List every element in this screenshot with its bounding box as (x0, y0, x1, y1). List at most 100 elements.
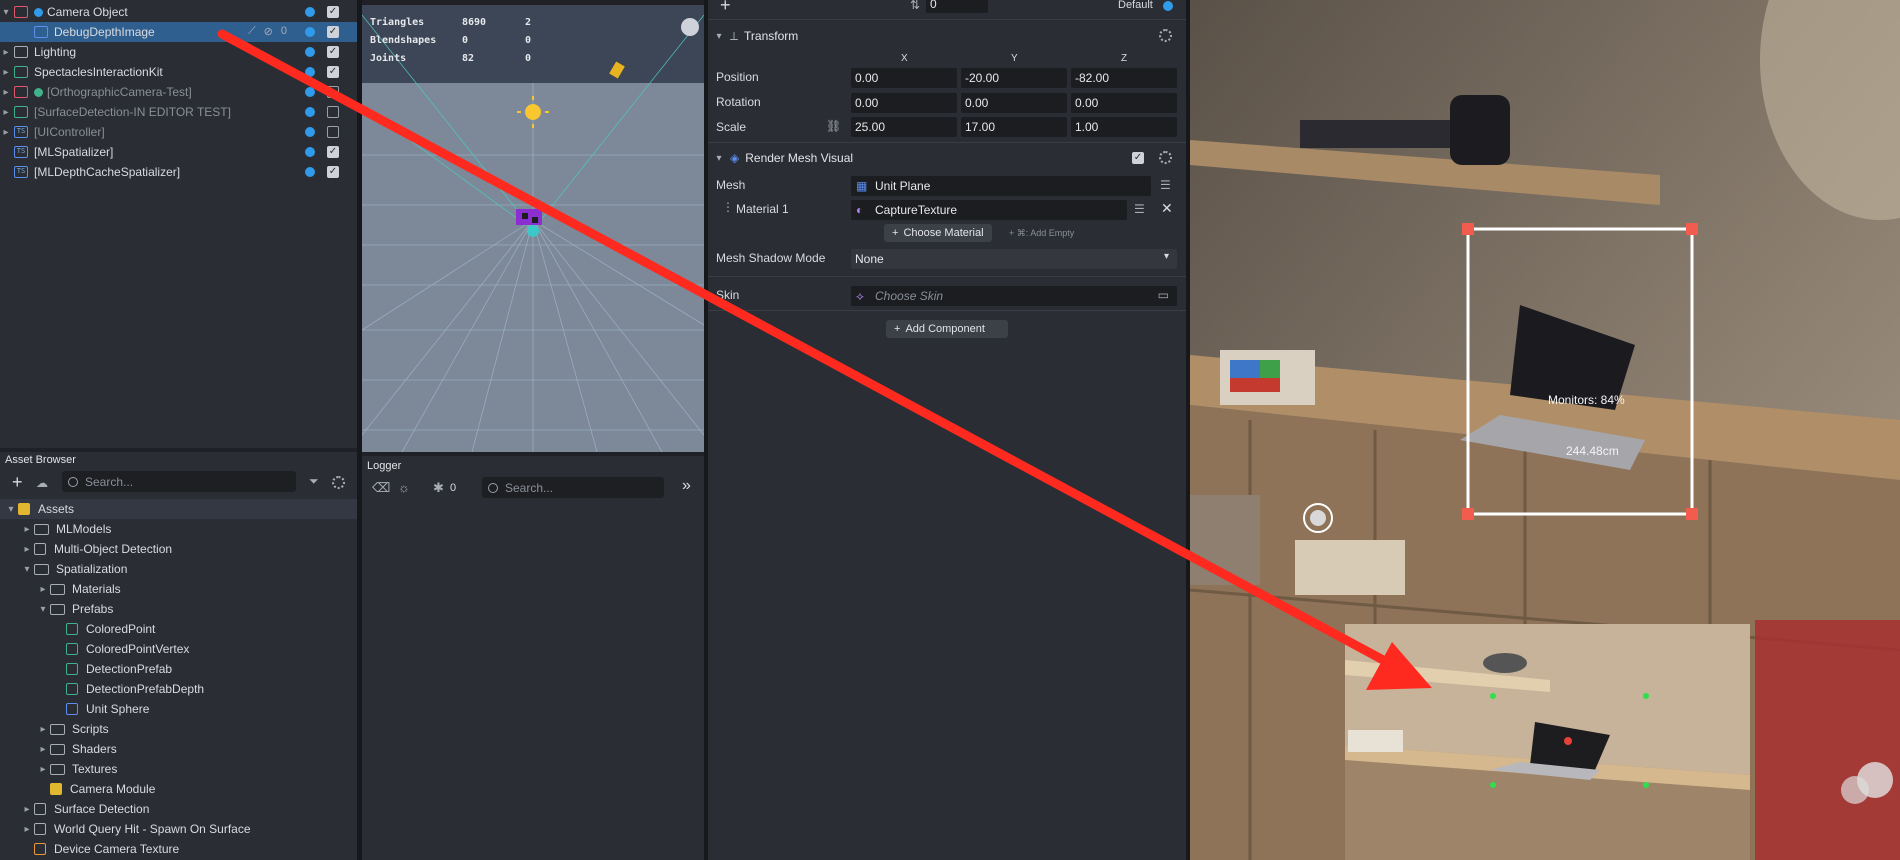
shadow-mode-select[interactable]: None ▾ (851, 249, 1177, 269)
box-handle[interactable] (1686, 223, 1698, 235)
visibility-dot[interactable] (305, 127, 315, 137)
asset-item-camera-module[interactable]: Camera Module (50, 779, 155, 799)
asset-item-scripts[interactable]: ▸ Scripts (36, 719, 108, 739)
asset-item-shaders[interactable]: ▸ Shaders (36, 739, 116, 759)
scene-settings-icon[interactable] (681, 18, 699, 36)
visibility-dot[interactable] (305, 27, 315, 37)
rotation-z-input[interactable]: 0.00 (1071, 93, 1177, 113)
transform-header[interactable]: ▾ ⟂ Transform (708, 24, 1186, 48)
box-handle[interactable] (1462, 223, 1474, 235)
chevron-down-icon[interactable]: ▾ (708, 153, 730, 164)
visibility-dot[interactable] (305, 7, 315, 17)
asset-item-mlmodels[interactable]: ▸ MLModels (20, 519, 111, 539)
chevron-right-icon[interactable]: ▸ (0, 47, 12, 58)
gear-icon[interactable] (1159, 29, 1172, 42)
chevron-right-icon[interactable]: ▸ (36, 724, 50, 735)
add-icon[interactable]: + (720, 0, 731, 16)
asset-item-unit-sphere[interactable]: Unit Sphere (66, 699, 149, 719)
visibility-dot[interactable] (305, 67, 315, 77)
skin-field[interactable]: ⟡ Choose Skin ▭ (851, 286, 1177, 306)
link-icon[interactable]: ⛓ (826, 119, 841, 133)
enabled-checkbox[interactable]: ✓ (327, 6, 339, 18)
sliders-icon[interactable]: ☰ (1134, 202, 1145, 216)
asset-item-prefabs[interactable]: ▾ Prefabs (36, 599, 113, 619)
enabled-checkbox[interactable]: ✓ (1132, 152, 1144, 164)
asset-item-assets[interactable]: ▾ Assets (4, 499, 74, 519)
chevron-right-icon[interactable]: ▸ (20, 824, 34, 835)
hierarchy-item-spectacles-interaction-kit[interactable]: ▸ SpectaclesInteractionKit ✓ (0, 62, 357, 82)
scale-z-input[interactable]: 1.00 (1071, 117, 1177, 137)
asset-item-multi-object-detection[interactable]: ▸ Multi-Object Detection (20, 539, 172, 559)
enabled-checkbox[interactable] (327, 86, 339, 98)
add-component-button[interactable]: + Add Component (886, 320, 1008, 338)
asset-item-detection-prefab-depth[interactable]: DetectionPrefabDepth (66, 679, 204, 699)
hierarchy-item-lighting[interactable]: ▸ Lighting ✓ (0, 42, 357, 62)
chevron-down-icon[interactable]: ▾ (20, 564, 34, 575)
material-field[interactable]: ◐ CaptureTexture (851, 200, 1127, 220)
hierarchy-item-debug-depth-image[interactable]: DebugDepthImage ⟋ ⊘ 0 ✓ (0, 22, 357, 42)
hierarchy-item-ml-spatializer[interactable]: TS [MLSpatializer] ✓ (0, 142, 357, 162)
chevron-right-icon[interactable]: ▸ (36, 584, 50, 595)
position-z-input[interactable]: -82.00 (1071, 68, 1177, 88)
gear-icon[interactable] (1159, 151, 1172, 164)
filter-log-icon[interactable]: ☼ (398, 480, 410, 495)
box-handle[interactable] (1686, 508, 1698, 520)
chevron-right-icon[interactable]: ▸ (20, 804, 34, 815)
filter-icon[interactable]: ⏷ (309, 474, 319, 489)
hierarchy-item-ml-depth-cache-spatializer[interactable]: TS [MLDepthCacheSpatializer] ✓ (0, 162, 357, 182)
chevron-right-icon[interactable]: ▸ (36, 744, 50, 755)
camera-preview[interactable]: Monitors: 84% 244.48cm (1190, 0, 1900, 860)
rotation-y-input[interactable]: 0.00 (961, 93, 1067, 113)
enabled-checkbox[interactable] (327, 106, 339, 118)
scale-x-input[interactable]: 25.00 (851, 117, 957, 137)
asset-item-colored-point-vertex[interactable]: ColoredPointVertex (66, 639, 189, 659)
debug-plane-gizmo[interactable] (516, 209, 542, 225)
chevron-right-icon[interactable]: ▸ (0, 67, 12, 78)
visibility-dot[interactable] (305, 87, 315, 97)
choose-material-button[interactable]: + Choose Material (884, 224, 992, 242)
enabled-checkbox[interactable]: ✓ (327, 166, 339, 178)
visibility-dot[interactable] (305, 147, 315, 157)
edit-icon[interactable]: ⟋ (248, 25, 256, 38)
position-x-input[interactable]: 0.00 (851, 68, 957, 88)
chevron-down-icon[interactable]: ▾ (0, 7, 12, 18)
scene-view[interactable]: Triangles 8690 2 Blendshapes 0 0 Joints 82 0 (362, 5, 704, 452)
expand-chevrons-icon[interactable]: » (682, 477, 691, 495)
sun-icon[interactable] (525, 104, 541, 120)
asset-item-world-query-hit[interactable]: ▸ World Query Hit - Spawn On Surface (20, 819, 250, 839)
hierarchy-item-orthographic-camera[interactable]: ▸ [OrthographicCamera-Test] (0, 82, 357, 102)
enabled-checkbox[interactable]: ✓ (327, 146, 339, 158)
remove-material-icon[interactable]: ✕ (1161, 200, 1173, 217)
chevron-right-icon[interactable]: ▸ (20, 524, 34, 535)
drag-handle-icon[interactable]: ⋮ (722, 200, 734, 214)
layer-order-input[interactable]: 0 (926, 0, 988, 13)
asset-item-surface-detection[interactable]: ▸ Surface Detection (20, 799, 149, 819)
box-handle[interactable] (1462, 508, 1474, 520)
hierarchy-item-ui-controller[interactable]: ▸ TS [UIController] (0, 122, 357, 142)
enabled-checkbox[interactable]: ✓ (327, 46, 339, 58)
asset-item-detection-prefab[interactable]: DetectionPrefab (66, 659, 172, 679)
asset-search-input[interactable]: Search... (62, 471, 296, 492)
hierarchy-item-camera-object[interactable]: ▾ Camera Object ✓ (0, 2, 357, 22)
camera-gizmo-icon[interactable] (609, 61, 625, 79)
bug-icon[interactable]: ✱ (433, 480, 444, 496)
sliders-icon[interactable]: ☰ (1160, 178, 1171, 192)
mesh-field[interactable]: ▦ Unit Plane (851, 176, 1151, 196)
enabled-checkbox[interactable]: ✓ (327, 66, 339, 78)
chevron-right-icon[interactable]: ▸ (20, 544, 34, 555)
visibility-dot[interactable] (305, 107, 315, 117)
enabled-checkbox[interactable] (327, 126, 339, 138)
chevron-down-icon[interactable]: ▾ (4, 504, 18, 515)
asset-item-colored-point[interactable]: ColoredPoint (66, 619, 155, 639)
logger-search-input[interactable]: Search... (482, 477, 664, 498)
chevron-down-icon[interactable]: ▾ (36, 604, 50, 615)
clear-log-icon[interactable]: ⌫ (372, 480, 390, 496)
render-mesh-header[interactable]: ▾ ◈ Render Mesh Visual (708, 146, 1186, 170)
layer-label[interactable]: Default (1118, 0, 1153, 11)
asset-item-textures[interactable]: ▸ Textures (36, 759, 117, 779)
chevron-right-icon[interactable]: ▸ (0, 87, 12, 98)
cloud-icon[interactable]: ☁ (36, 476, 48, 490)
rotation-x-input[interactable]: 0.00 (851, 93, 957, 113)
hidden-eye-icon[interactable]: ⊘ (264, 25, 273, 38)
add-asset-icon[interactable]: + (12, 472, 23, 493)
